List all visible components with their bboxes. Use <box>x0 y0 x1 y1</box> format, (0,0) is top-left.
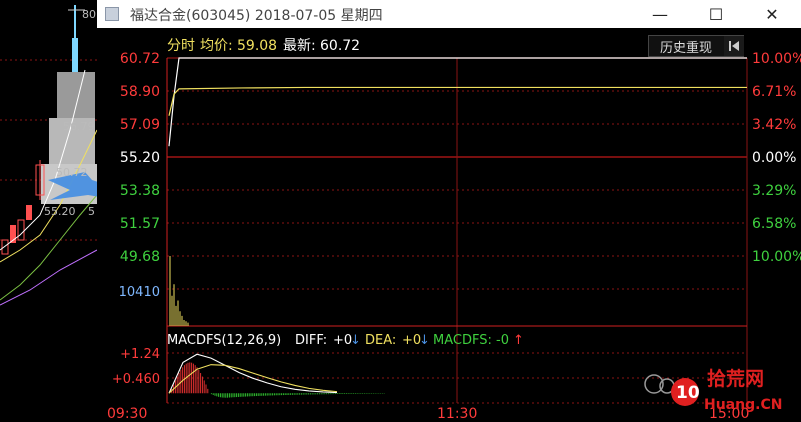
watermark-number: 10 <box>676 383 700 403</box>
history-replay-label: 历史重现 <box>659 40 712 56</box>
macdfs-label: MACDFS: <box>433 333 492 348</box>
price-series-line <box>168 86 747 116</box>
percent-tick-label: 3.29% <box>752 183 796 199</box>
dea-label: DEA: <box>365 333 396 348</box>
watermark-text: 拾荒网 <box>707 367 764 390</box>
macd-series-line <box>168 364 338 394</box>
bg-label-3: 55.20 <box>44 205 76 218</box>
bg-label-top: 80 <box>82 8 96 21</box>
macd-tick-label: +1.24 <box>120 347 160 362</box>
header-label: 分时 <box>167 38 195 54</box>
bg-label-4: 5 <box>88 205 95 218</box>
percent-tick-label: 6.71% <box>752 84 796 100</box>
percent-tick-label: 3.42% <box>752 117 796 133</box>
percent-tick-label: 0.00% <box>752 150 796 166</box>
stock-detail-window: 福达合金(603045) 2018-07-05 星期四 — ☐ ✕ 60.72 5… <box>97 0 801 422</box>
skip-back-icon[interactable] <box>724 36 744 56</box>
left-price-axis: 60.72 58.90 57.09 55.20 53.38 51.57 49.68 <box>120 51 160 265</box>
time-label-start: 09:30 <box>107 406 147 422</box>
right-percent-axis: 10.00% 6.71% 3.42% 0.00% 3.29% 6.58% 10.00% <box>752 51 801 265</box>
time-label-mid: 11:30 <box>437 406 477 422</box>
macdfs-arrow-icon: ↑ <box>513 333 524 348</box>
minimize-button[interactable]: — <box>637 0 683 28</box>
diff-arrow-icon: ↓ <box>350 333 361 348</box>
price-tick-label: 51.57 <box>120 216 160 232</box>
volume-tick-label: 10410 <box>119 285 160 300</box>
macd-series-line <box>168 353 338 394</box>
percent-tick-label: 10.00% <box>752 51 801 67</box>
macd-tick-label: +0.460 <box>112 372 160 387</box>
latest-price-value: 60.72 <box>320 38 360 54</box>
maximize-button[interactable]: ☐ <box>693 0 739 28</box>
price-tick-label: 60.72 <box>120 51 160 67</box>
price-tick-label: 49.68 <box>120 249 160 265</box>
diff-label: DIFF: <box>295 333 327 348</box>
chart-header: 分时 均价: 59.08 最新: 60.72 <box>167 38 360 54</box>
avg-price-label: 均价: <box>200 38 233 54</box>
latest-price-label: 最新: <box>283 38 316 54</box>
bg-label-1: 56.79 <box>63 120 95 133</box>
macd-panel: +1.24 +0.460 <box>112 347 385 398</box>
chart-grid <box>166 57 748 404</box>
dea-arrow-icon: ↓ <box>419 333 430 348</box>
watermark-logo: 10 拾荒网 Huang.CN <box>644 367 782 413</box>
window-title: 福达合金(603045) 2018-07-05 星期四 <box>130 8 383 24</box>
app-icon <box>105 7 119 21</box>
price-tick-label: 57.09 <box>120 117 160 133</box>
price-lines <box>168 57 747 147</box>
price-tick-label: 58.90 <box>120 84 160 100</box>
volume-bars: 10410 <box>119 256 189 326</box>
bg-label-2: 50.72 <box>56 166 88 179</box>
close-button[interactable]: ✕ <box>749 0 795 28</box>
macd-legend: MACDFS(12,26,9) DIFF: +0 ↓ DEA: +0 ↓ MAC… <box>167 333 524 348</box>
percent-tick-label: 6.58% <box>752 216 796 232</box>
macdfs-value: -0 <box>496 333 509 348</box>
price-tick-label: 53.38 <box>120 183 160 199</box>
price-series-line <box>168 57 747 147</box>
watermark-url: Huang.CN <box>704 397 782 413</box>
macd-title: MACDFS(12,26,9) <box>167 333 281 348</box>
percent-tick-label: 10.00% <box>752 249 801 265</box>
price-tick-label: 55.20 <box>120 150 160 166</box>
title-bar[interactable]: 福达合金(603045) 2018-07-05 星期四 — ☐ ✕ <box>97 0 801 28</box>
skip-back-glyph <box>729 41 739 51</box>
avg-price-value: 59.08 <box>237 38 277 54</box>
